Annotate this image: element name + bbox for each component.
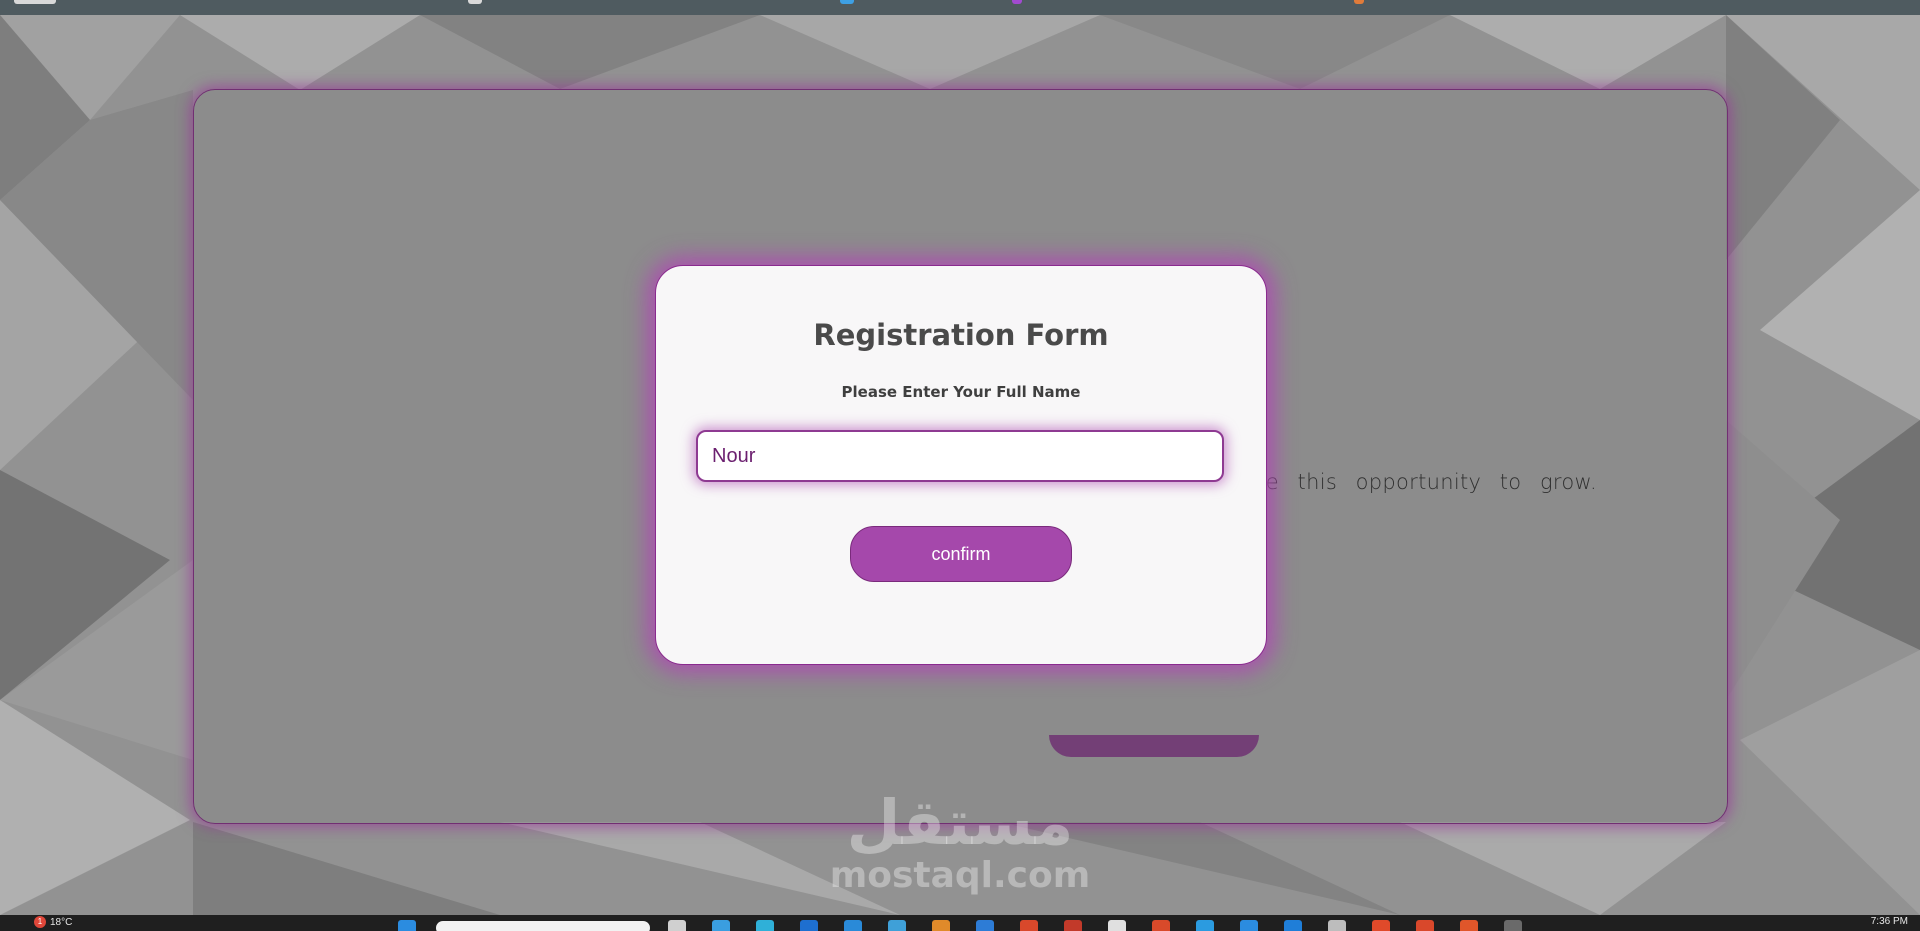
watermark-site: mostaql.com <box>829 855 1091 896</box>
browser-top-bar <box>0 0 1920 15</box>
taskbar-app-icon[interactable] <box>844 920 862 931</box>
taskbar-app-icon[interactable] <box>712 920 730 931</box>
taskbar-app-icon[interactable] <box>1152 920 1170 931</box>
modal-subtitle: Please Enter Your Full Name <box>841 383 1081 401</box>
start-icon[interactable] <box>398 920 416 931</box>
browser-tab[interactable] <box>14 0 56 4</box>
taskbar-app-icon[interactable] <box>888 920 906 931</box>
taskbar-app-icon[interactable] <box>1504 920 1522 931</box>
taskbar-search[interactable] <box>436 921 650 931</box>
modal-title: Registration Form <box>813 318 1109 352</box>
browser-tab[interactable] <box>840 0 854 4</box>
taskbar-app-icon[interactable] <box>1196 920 1214 931</box>
taskbar-app-icon[interactable] <box>800 920 818 931</box>
taskbar-clock[interactable]: 7:36 PM <box>1871 916 1908 927</box>
taskbar-app-icon[interactable] <box>1460 920 1478 931</box>
taskbar-app-icon[interactable] <box>1372 920 1390 931</box>
taskbar-app-icon[interactable] <box>976 920 994 931</box>
taskbar-app-icon[interactable] <box>1108 920 1126 931</box>
full-name-input[interactable] <box>696 430 1224 482</box>
notification-badge: 1 <box>34 916 46 928</box>
watermark-arabic: مستقل <box>846 786 1074 859</box>
taskbar-app-icon[interactable] <box>668 920 686 931</box>
taskbar-app-icon[interactable] <box>1416 920 1434 931</box>
confirm-button[interactable]: confirm <box>850 526 1072 582</box>
browser-tab[interactable] <box>1354 0 1364 4</box>
browser-tab[interactable] <box>468 0 482 4</box>
taskbar-app-icon[interactable] <box>756 920 774 931</box>
windows-taskbar: 1 18°C 7:36 PM <box>0 915 1920 931</box>
registration-modal: Registration Form Please Enter Your Full… <box>655 265 1267 665</box>
taskbar-app-icon[interactable] <box>1240 920 1258 931</box>
mostaql-watermark: مستقل mostaql.com <box>800 790 1120 896</box>
taskbar-app-icon[interactable] <box>1284 920 1302 931</box>
taskbar-app-icon[interactable] <box>1020 920 1038 931</box>
taskbar-app-icon[interactable] <box>1064 920 1082 931</box>
browser-tab[interactable] <box>1012 0 1022 4</box>
taskbar-app-icon[interactable] <box>1328 920 1346 931</box>
taskbar-app-icon[interactable] <box>932 920 950 931</box>
weather-widget[interactable]: 18°C <box>50 917 72 928</box>
